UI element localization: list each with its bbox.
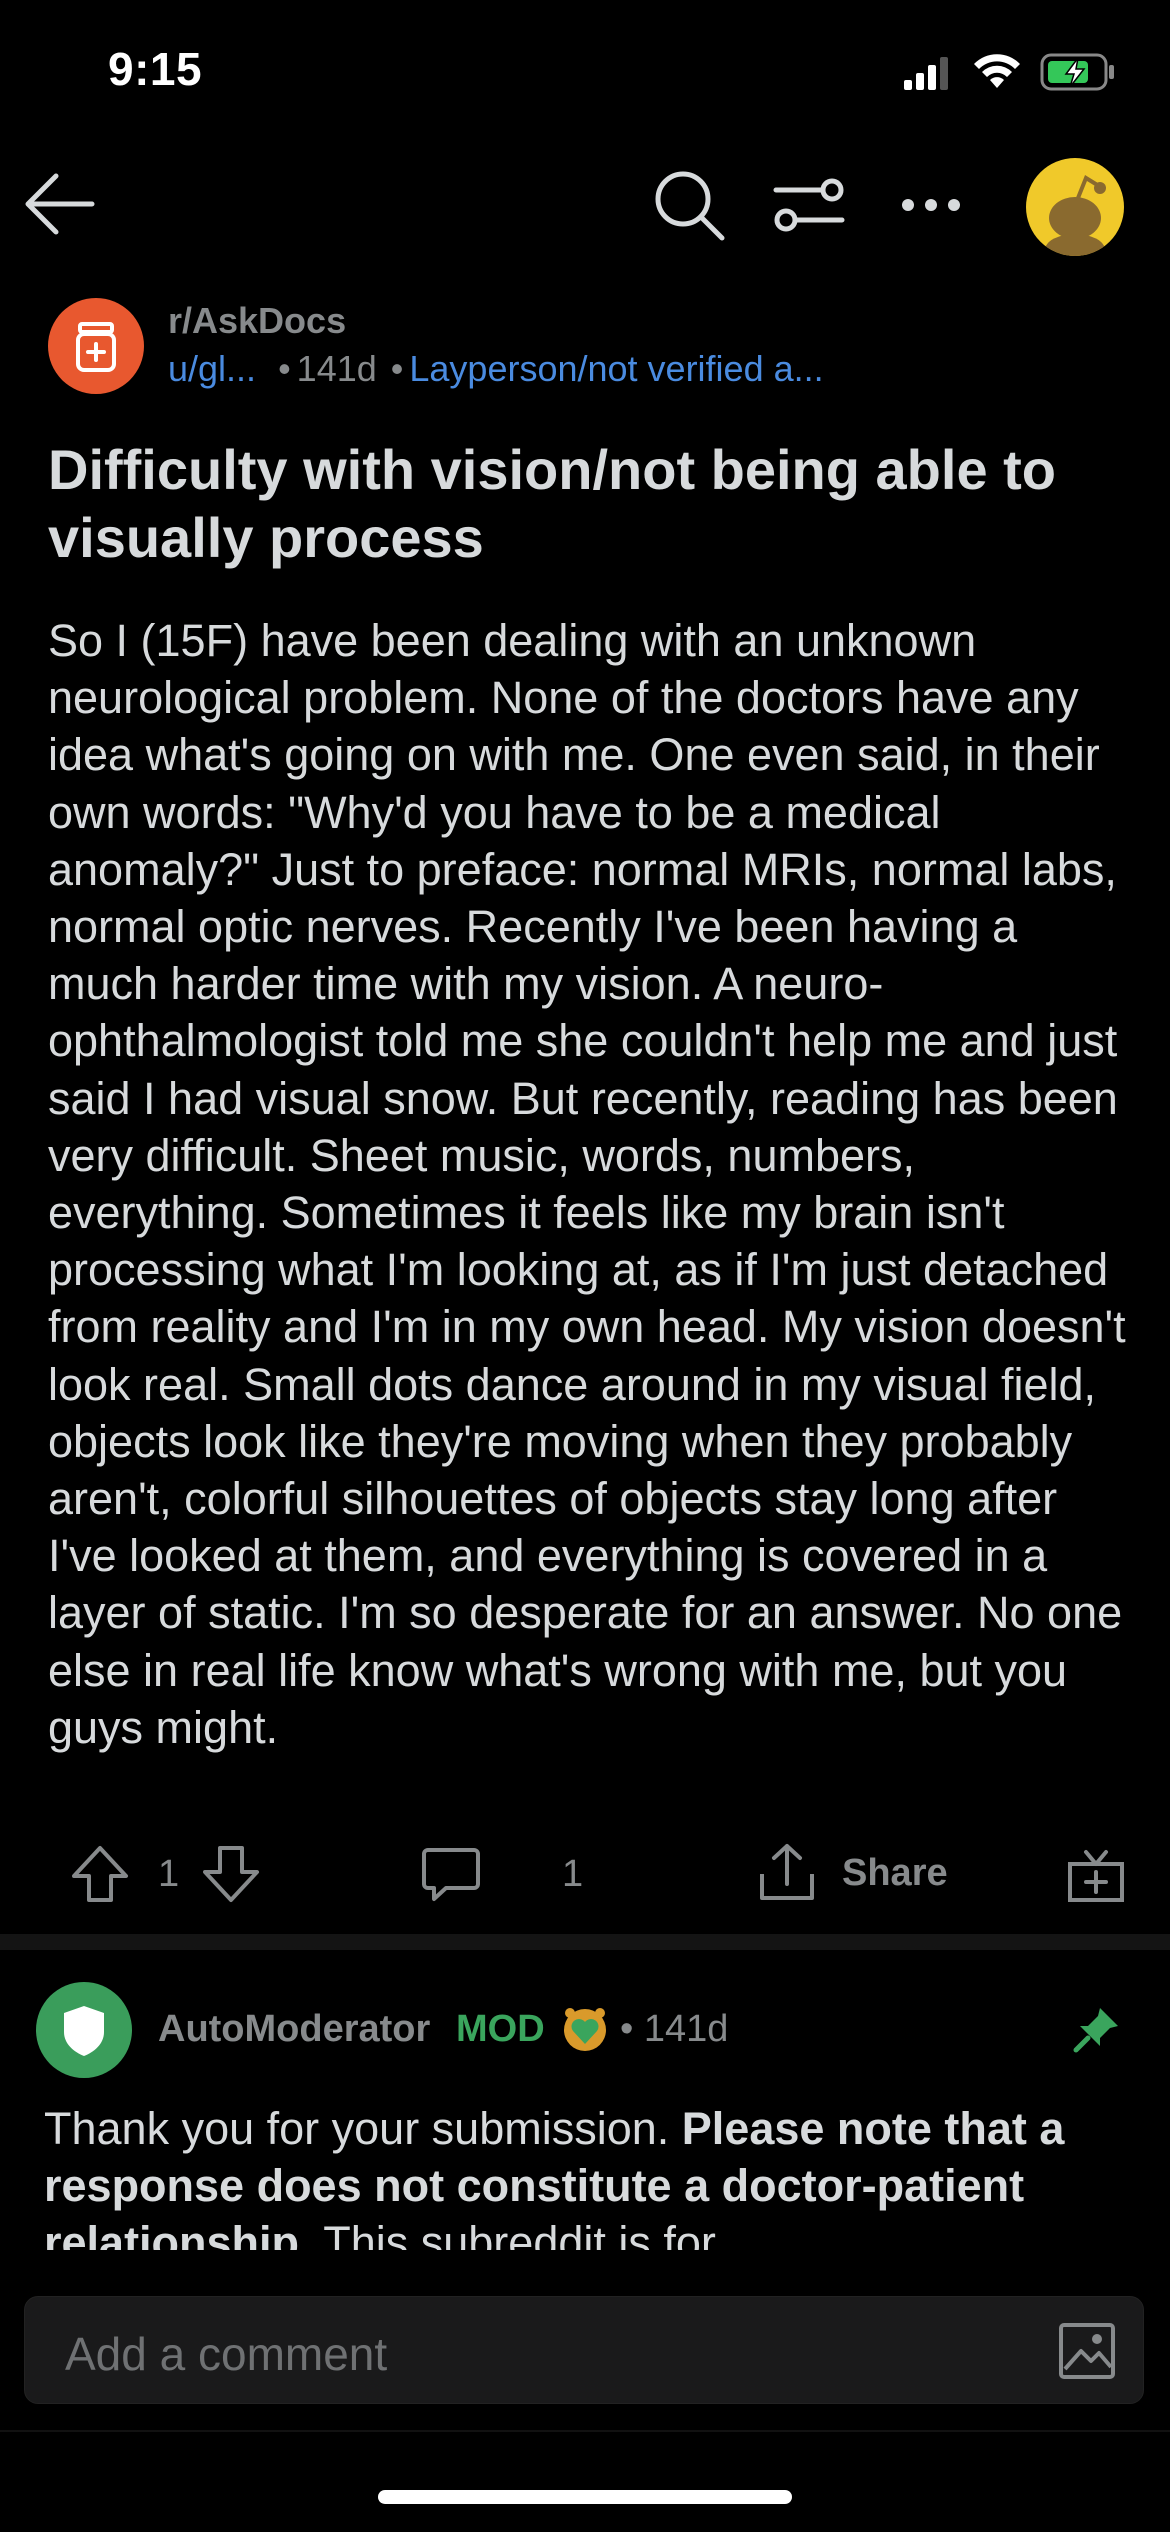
battery-charging-icon [1040,53,1114,91]
subreddit-name[interactable]: r/AskDocs [168,300,346,342]
bottom-separator [0,2430,1170,2432]
post-age: 141d [296,348,377,389]
user-avatar[interactable] [1026,158,1124,256]
vote-count: 1 [158,1852,180,1895]
subreddit-icon[interactable] [48,298,144,394]
award-gift-icon[interactable] [1066,1844,1126,1904]
downvote-icon[interactable] [201,1844,261,1904]
comment-age: • 141d [620,2008,728,2051]
share-label: Share [842,1851,948,1894]
section-divider [0,1934,1170,1950]
automoderator-avatar[interactable] [36,1982,132,2078]
snoo-heart-icon [564,2008,606,2051]
comment-text-end: This subreddit is for [311,2217,716,2250]
comment-age-value: 141d [643,2008,729,2050]
add-comment-field[interactable]: Add a comment [24,2296,1144,2404]
comment-text-start: Thank you for your submission. [44,2103,682,2154]
post-body: So I (15F) have been dealing with an unk… [48,615,1126,1753]
mod-badge: MOD [456,2008,545,2051]
snoo-avatar-icon [1045,175,1106,256]
arrow-left-icon[interactable] [22,172,96,236]
comment-bubble-icon [422,1848,480,1901]
shield-icon [64,2006,104,2056]
wifi-icon [974,54,1020,88]
post-meta: u/gl... • 141d • Layperson/not verified a... [168,348,824,390]
vote-controls: 1 [70,1844,261,1904]
comment-count: 1 [562,1852,584,1895]
add-comment-placeholder: Add a comment [65,2328,388,2380]
more-horizontal-icon[interactable] [900,196,962,214]
separator-dot: • [278,348,291,389]
comments-button[interactable]: 1 [420,1844,583,1904]
medicine-bottle-icon [76,322,116,372]
sliders-icon[interactable] [772,174,846,236]
separator-dot: • [390,348,404,389]
post-author[interactable]: u/gl... [168,348,256,389]
search-icon[interactable] [652,168,726,242]
comment-body: Thank you for your submission. Please no… [44,2100,1144,2250]
add-image-icon[interactable] [1057,2321,1117,2381]
share-icon [760,1844,814,1900]
upvote-icon[interactable] [70,1844,130,1904]
cellular-signal-icon [904,57,948,90]
share-button[interactable]: Share [756,1842,948,1904]
status-time: 9:15 [108,43,203,95]
mod-label: MOD [456,2008,545,2050]
user-flair[interactable]: Layperson/not verified a... [409,348,823,389]
post-title: Difficulty with vision/not being able to… [48,438,1056,569]
comment-author[interactable]: AutoModerator [158,2008,430,2051]
home-indicator[interactable] [378,2490,792,2504]
separator-dot: • [620,2008,644,2050]
pin-icon [1073,2008,1118,2053]
